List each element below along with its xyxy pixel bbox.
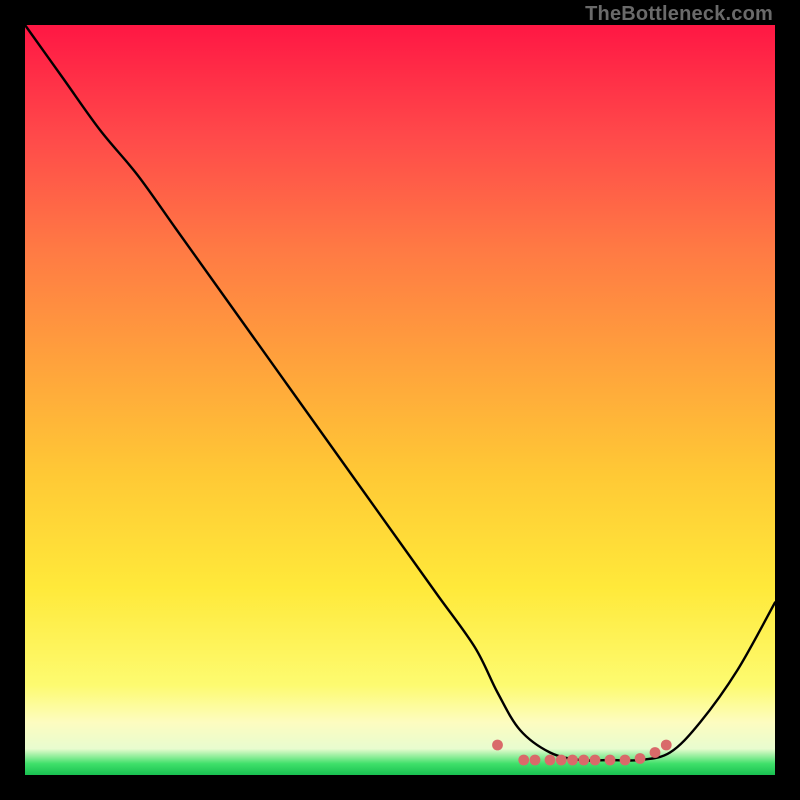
marker-dot [661,740,672,751]
marker-dot [635,753,646,764]
marker-dot [578,755,589,766]
marker-dot [605,755,616,766]
marker-dot [545,755,556,766]
optimal-range-markers [492,740,672,766]
plot-area [25,25,775,775]
marker-dot [518,755,529,766]
marker-dot [590,755,601,766]
bottleneck-curve [25,25,775,761]
marker-dot [620,755,631,766]
curve-layer [25,25,775,775]
marker-dot [567,755,578,766]
marker-dot [492,740,503,751]
marker-dot [530,755,541,766]
chart-container: TheBottleneck.com [0,0,800,800]
watermark-text: TheBottleneck.com [585,3,773,26]
marker-dot [556,755,567,766]
marker-dot [650,747,661,758]
